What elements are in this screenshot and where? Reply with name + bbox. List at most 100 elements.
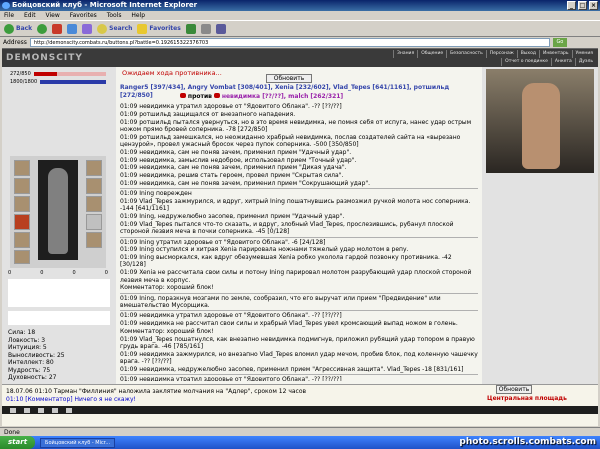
favorites-button[interactable]: Favorites xyxy=(137,23,181,34)
log-entry: 01:09 ротшильд защищался от внезапного н… xyxy=(120,110,296,118)
log-entry: 01:09 невидимка, сам не поняв зачем, при… xyxy=(120,179,371,187)
nav-inventory[interactable]: Инвентарь xyxy=(538,50,572,58)
chat-tool-icon[interactable] xyxy=(66,407,72,413)
log-separator xyxy=(120,292,478,294)
back-button[interactable]: Back xyxy=(4,23,32,34)
battle-log: 01:09 невидимка утратил здоровье от "Ядо… xyxy=(120,103,478,381)
close-button[interactable]: × xyxy=(589,1,598,10)
refresh-icon[interactable] xyxy=(67,23,78,34)
chat-tool-icon[interactable] xyxy=(52,407,58,413)
counter-1: 0 xyxy=(8,270,12,276)
nav-security[interactable]: Безопасность xyxy=(446,50,486,58)
boots-slot[interactable] xyxy=(86,232,102,248)
nav-battle-report[interactable]: Отчет о поединке xyxy=(501,58,551,66)
location-label: Центральная площадь xyxy=(487,395,567,402)
info-box-small xyxy=(8,311,110,325)
shield-slot[interactable] xyxy=(86,196,102,212)
hp-bar xyxy=(33,72,106,76)
chat-tool-icon[interactable] xyxy=(38,407,44,413)
chat-refresh-button[interactable]: Обновить xyxy=(496,385,532,394)
nav-character[interactable]: Персонаж xyxy=(485,50,517,58)
star-icon xyxy=(137,23,148,34)
nav-knowledge[interactable]: Знания xyxy=(393,50,417,58)
nav-communication[interactable]: Общение xyxy=(417,50,446,58)
counter-4: 0 xyxy=(104,270,108,276)
belt-slot[interactable] xyxy=(14,232,30,248)
stat-strength: Сила: 18 xyxy=(8,329,36,336)
forward-icon[interactable] xyxy=(37,23,48,34)
flag-icon xyxy=(213,93,220,98)
menu-tools[interactable]: Tools xyxy=(107,12,122,19)
helmet-slot[interactable] xyxy=(14,160,30,176)
minimize-button[interactable]: _ xyxy=(567,1,576,10)
battle-panel: Ожидаем хода противника... Обновить Rang… xyxy=(116,67,482,384)
home-icon[interactable] xyxy=(82,23,93,34)
waiting-message: Ожидаем хода противника... xyxy=(122,69,222,77)
log-separator xyxy=(120,310,478,312)
log-entry: 01:09 Ining поврежден xyxy=(120,190,192,198)
stat-spirituality: Духовность: 27 xyxy=(8,374,57,381)
weapon-slot[interactable] xyxy=(14,196,30,212)
chat-toolbar xyxy=(2,406,598,414)
nav-exit[interactable]: Выход xyxy=(516,50,539,58)
ie-icon xyxy=(2,2,10,9)
opponent-portrait xyxy=(486,69,594,173)
counter-3: 0 xyxy=(72,270,76,276)
stop-icon[interactable] xyxy=(52,23,63,34)
chat-tool-icon[interactable] xyxy=(24,407,30,413)
stat-intuition: Интуиция: 5 xyxy=(8,344,47,351)
ring-slot[interactable] xyxy=(86,178,102,194)
mail-icon[interactable] xyxy=(200,23,211,34)
print-icon[interactable] xyxy=(215,23,226,34)
log-entry: 01:09 Vlad_Tepes зажмурился, и вдруг, хи… xyxy=(120,198,471,213)
log-entry: 01:09 невидимка зажмурился, но внезапно … xyxy=(120,350,478,365)
nav-skills[interactable]: Умения xyxy=(571,50,596,58)
menu-edit[interactable]: Edit xyxy=(24,12,36,19)
log-separator xyxy=(120,374,478,376)
empty-slot[interactable] xyxy=(86,214,102,230)
log-entry: 01:09 ротшильд пытался увернуться, но в … xyxy=(120,118,472,133)
barbarian-figure xyxy=(522,83,560,169)
menu-bar: File Edit View Favorites Tools Help xyxy=(0,11,600,20)
log-entry: 01:09 Vlad_Tepes пытался что-то сказать,… xyxy=(120,220,454,236)
log-entry: Комментатор: хороший блок! xyxy=(120,284,214,292)
log-entry: 01:09 Ining, недружелюбно засопев, приме… xyxy=(120,213,345,221)
hp-meter: 272/850 xyxy=(10,71,106,77)
go-button[interactable]: Go xyxy=(552,38,567,47)
search-button[interactable]: Search xyxy=(97,23,132,34)
log-entry: 01:09 Xenia не рассчитала свои силы и по… xyxy=(120,269,472,284)
item-counters: 0 0 0 0 xyxy=(8,270,108,276)
stat-agility: Ловкость: 3 xyxy=(8,336,46,344)
game-header: DEMONSCITY Знания Общение Безопасность П… xyxy=(2,48,598,67)
amulet-slot[interactable] xyxy=(14,178,30,194)
mana-text: 1800/1800 xyxy=(10,79,38,85)
nav-profile[interactable]: Анкета xyxy=(550,58,575,66)
hp-text: 272/850 xyxy=(10,71,31,77)
log-entry: 01:09 невидимка утратил здоровье от "Ядо… xyxy=(120,103,342,110)
log-entry: 01:09 невидимка, недружелюбно засопев, п… xyxy=(120,365,464,373)
menu-help[interactable]: Help xyxy=(131,12,145,19)
taskbar-window[interactable]: Бойцовский клуб - Micr... xyxy=(40,437,116,448)
address-input[interactable]: http://demonscity.combats.ru/buttons.pl?… xyxy=(29,38,550,47)
history-icon[interactable] xyxy=(185,23,196,34)
gloves-slot[interactable] xyxy=(14,250,30,264)
toolbar: Back Search Favorites xyxy=(0,20,600,37)
menu-view[interactable]: View xyxy=(46,12,60,19)
maximize-button[interactable]: □ xyxy=(578,1,587,10)
chat-tool-icon[interactable] xyxy=(10,407,16,413)
log-entry: 01:09 ротшильд замешкался, но неожиданно… xyxy=(120,133,461,148)
refresh-button[interactable]: Обновить xyxy=(266,74,312,83)
earrings-slot[interactable] xyxy=(86,160,102,176)
log-entry: 01:09 Ining оступился и хитрая Xenia пар… xyxy=(120,246,409,254)
menu-file[interactable]: File xyxy=(4,12,14,19)
nav-duel[interactable]: Дуэль xyxy=(574,58,596,66)
counter-2: 0 xyxy=(40,270,44,276)
start-button[interactable]: start xyxy=(0,436,36,449)
log-entry: 01:09 невидимка утратил здоровье от "Ядо… xyxy=(120,376,342,381)
log-separator xyxy=(120,236,478,238)
armor-slot[interactable] xyxy=(14,214,30,230)
title-bar: Бойцовский клуб - Microsoft Internet Exp… xyxy=(0,0,600,11)
address-bar: Address http://demonscity.combats.ru/but… xyxy=(0,37,600,48)
menu-favorites[interactable]: Favorites xyxy=(70,12,97,19)
stat-intellect: Интеллект: 80 xyxy=(8,359,54,366)
